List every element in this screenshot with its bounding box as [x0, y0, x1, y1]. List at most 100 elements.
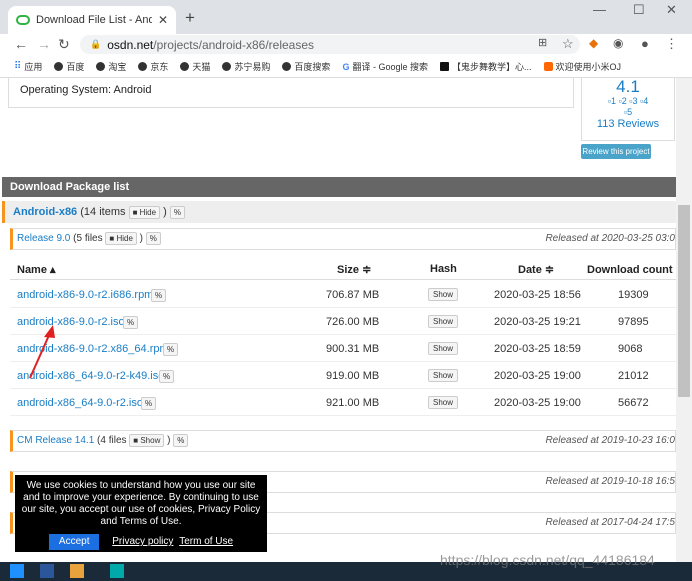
word-icon[interactable]	[40, 564, 54, 578]
extension-2-icon[interactable]: ◉	[613, 36, 623, 50]
terms-of-use-link[interactable]: Term of Use	[179, 536, 233, 547]
release-name[interactable]: CM Release 14.1	[17, 435, 94, 446]
profile-icon[interactable]: ●	[641, 36, 649, 51]
column-date[interactable]: Date ≑	[518, 263, 554, 276]
release-name[interactable]: Release 9.0	[17, 233, 70, 244]
show-hash-button[interactable]: Show	[428, 369, 459, 382]
link-icon: %	[127, 318, 135, 327]
bookmark-dance[interactable]: 【鬼步舞教学】心...	[439, 60, 532, 73]
url-host: osdn.net	[107, 37, 154, 52]
bookmark-google-translate[interactable]: G 翻译 - Google 搜索	[342, 60, 428, 73]
file-date: 2020-03-25 19:00	[494, 397, 581, 409]
globe-icon	[180, 62, 190, 71]
file-link-button[interactable]: %	[151, 289, 167, 302]
globe-icon	[282, 62, 292, 71]
star-5-icon: ▫5	[623, 107, 633, 117]
column-size[interactable]: Size ≑	[337, 263, 371, 276]
close-window-icon[interactable]: ✕	[666, 2, 677, 18]
link-icon: %	[145, 399, 153, 408]
show-release-button[interactable]: ■ Show	[129, 433, 165, 447]
annotation-arrow-icon	[29, 325, 55, 379]
back-icon[interactable]: ←	[14, 36, 28, 52]
reviews-link[interactable]: 113 Reviews	[582, 118, 674, 130]
file-size: 919.00 MB	[326, 370, 380, 382]
file-download-count: 19309	[618, 289, 649, 301]
bookmark-tmall[interactable]: 天猫	[180, 60, 210, 73]
globe-icon	[96, 62, 106, 71]
menu-icon[interactable]: ⋮	[665, 36, 678, 52]
taskbar-app-icon[interactable]	[110, 564, 124, 578]
lock-icon: 🔒	[90, 39, 102, 49]
hide-release-button[interactable]: ■ Hide	[105, 231, 137, 245]
file-name-link[interactable]: android-x86_64-9.0-r2.iso	[17, 397, 143, 409]
bookmark-suning[interactable]: 苏宁易购	[222, 60, 270, 73]
file-size: 900.31 MB	[326, 343, 380, 355]
file-link-button[interactable]: %	[163, 343, 179, 356]
package-group-android-x86: Android-x86 (14 items ■ Hide ) %	[2, 201, 676, 223]
star-4-icon: ▫4	[639, 96, 649, 106]
tab-title: Download File List - Android-x	[36, 14, 152, 26]
show-hash-button[interactable]: Show	[428, 288, 459, 301]
rating-value: 4.1	[616, 78, 640, 96]
group-link-button[interactable]: %	[169, 205, 185, 219]
bookmark-xiaomi-oj[interactable]: 欢迎使用小米OJ	[543, 60, 621, 73]
osdn-favicon-icon	[16, 15, 30, 25]
group-name[interactable]: Android-x86	[13, 206, 77, 218]
hide-group-button[interactable]: ■ Hide	[128, 205, 161, 219]
file-size: 706.87 MB	[326, 289, 380, 301]
link-icon: %	[149, 233, 157, 243]
release-link-button[interactable]: %	[173, 433, 189, 447]
url-input[interactable]: 🔒 osdn.net/projects/android-x86/releases	[80, 35, 580, 54]
rating-box: 4.1 ▫1 ▫2 ▫3 ▫4 ▫5 113 Reviews	[581, 78, 675, 141]
google-icon: G	[342, 61, 350, 72]
bookmark-star-icon[interactable]: ☆	[562, 36, 574, 52]
new-tab-icon[interactable]: +	[185, 8, 195, 28]
taskbar-app-icon[interactable]	[70, 564, 84, 578]
show-hash-button[interactable]: Show	[428, 396, 459, 409]
file-name-link[interactable]: android-x86-9.0-r2.i686.rpm	[17, 289, 153, 301]
file-size: 921.00 MB	[326, 397, 380, 409]
forward-icon[interactable]: →	[37, 36, 51, 52]
apps-grid-icon: ⠿	[14, 61, 22, 72]
bookmark-baidu[interactable]: 百度	[54, 60, 84, 73]
bookmark-baidu-search[interactable]: 百度搜索	[282, 60, 330, 73]
release-file-count: (4 files	[97, 435, 127, 446]
browser-tab[interactable]: Download File List - Android-x ✕	[8, 6, 176, 34]
url-path: /projects/android-x86/releases	[153, 37, 315, 52]
star-3-icon: ▫3	[629, 96, 638, 106]
translate-icon[interactable]: ⊞	[538, 36, 547, 49]
column-name[interactable]: Name ▴	[17, 263, 56, 276]
cookie-banner: We use cookies to understand how you use…	[15, 475, 267, 552]
taskbar-app-icon[interactable]	[10, 564, 24, 578]
release-date: Released at 2017-04-24 17:5	[545, 517, 675, 528]
file-link-button[interactable]: %	[159, 370, 175, 383]
file-date: 2020-03-25 19:00	[494, 370, 581, 382]
tab-close-icon[interactable]: ✕	[158, 13, 168, 27]
extension-icon[interactable]: ◆	[589, 36, 598, 50]
bookmark-apps[interactable]: ⠿ 应用	[14, 60, 42, 73]
bookmark-jd[interactable]: 京东	[138, 60, 168, 73]
minimize-icon[interactable]: —	[593, 2, 606, 17]
link-icon: %	[177, 435, 185, 445]
link-icon: %	[173, 207, 181, 217]
link-icon: %	[155, 291, 163, 300]
maximize-icon[interactable]: ☐	[633, 2, 645, 18]
cookie-accept-button[interactable]: Accept	[48, 534, 100, 550]
privacy-policy-link[interactable]: Privacy policy	[112, 536, 173, 547]
file-link-button[interactable]: %	[123, 316, 139, 329]
rating-stars: ▫1 ▫2 ▫3 ▫4 ▫5	[582, 96, 674, 118]
column-download-count[interactable]: Download count ≑	[587, 263, 676, 276]
scrollbar-thumb[interactable]	[678, 205, 690, 397]
release-cm-14-row: CM Release 14.1 (4 files ■ Show ) % Rele…	[10, 430, 676, 452]
file-link-button[interactable]: %	[141, 397, 157, 410]
globe-icon	[54, 62, 64, 71]
reload-icon[interactable]: ↻	[58, 36, 70, 53]
release-link-button[interactable]: %	[145, 231, 161, 245]
bookmark-taobao[interactable]: 淘宝	[96, 60, 126, 73]
review-project-button[interactable]: Review this project	[581, 144, 651, 159]
browser-tab-bar: Download File List - Android-x ✕ + — ☐ ✕	[0, 0, 692, 34]
file-row: android-x86-9.0-r2.i686.rpm % 706.87 MB …	[10, 281, 676, 308]
release-date: Released at 2020-03-25 03:0	[545, 233, 675, 244]
show-hash-button[interactable]: Show	[428, 342, 459, 355]
show-hash-button[interactable]: Show	[428, 315, 459, 328]
